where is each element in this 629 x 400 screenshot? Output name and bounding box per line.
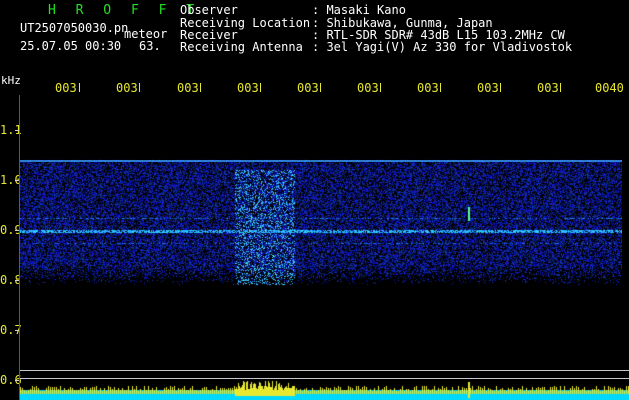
time-tick: 003 <box>237 81 259 95</box>
time-tick-mark <box>320 83 321 92</box>
file-name: UT2507050030.pn <box>20 21 129 35</box>
time-tick: 003 <box>297 81 319 95</box>
time-tick: 003 <box>116 81 138 95</box>
observer-value: : Masaki Kano <box>312 3 406 17</box>
time-tick: 003 <box>177 81 199 95</box>
time-tick-mark <box>380 83 381 92</box>
recording-datetime: 25.07.05 00:30 <box>20 39 122 53</box>
time-tick: 003 <box>417 81 439 95</box>
time-tick-mark <box>139 83 140 92</box>
time-tick: 003 <box>537 81 559 95</box>
time-tick-mark <box>260 83 261 92</box>
hrofft-spectrogram-window: H R O F F T UT2507050030.pn meteor 25.07… <box>0 0 629 400</box>
time-tick: 0040 <box>595 81 624 95</box>
carrier-edge-line <box>20 160 622 162</box>
time-tick-mark <box>560 83 561 92</box>
time-tick: 003 <box>55 81 77 95</box>
recording-value: 63. <box>139 39 161 53</box>
time-tick-mark <box>200 83 201 92</box>
time-tick: 003 <box>357 81 379 95</box>
time-tick-mark <box>440 83 441 92</box>
observer-label: Observer <box>180 3 238 17</box>
time-tick-mark <box>500 83 501 92</box>
antenna-label: Receiving Antenna <box>180 40 303 54</box>
frequency-unit-label: kHz <box>1 74 21 87</box>
signal-strength-strip <box>20 380 629 400</box>
antenna-value: : 3el Yagi(V) Az 330 for Vladivostok <box>312 40 573 54</box>
reference-line <box>20 378 629 379</box>
app-brand-title: H R O F F T <box>48 3 201 18</box>
time-tick-mark <box>79 83 80 92</box>
spectrogram-band <box>20 155 622 295</box>
time-tick: 003 <box>477 81 499 95</box>
reference-line <box>20 370 629 371</box>
